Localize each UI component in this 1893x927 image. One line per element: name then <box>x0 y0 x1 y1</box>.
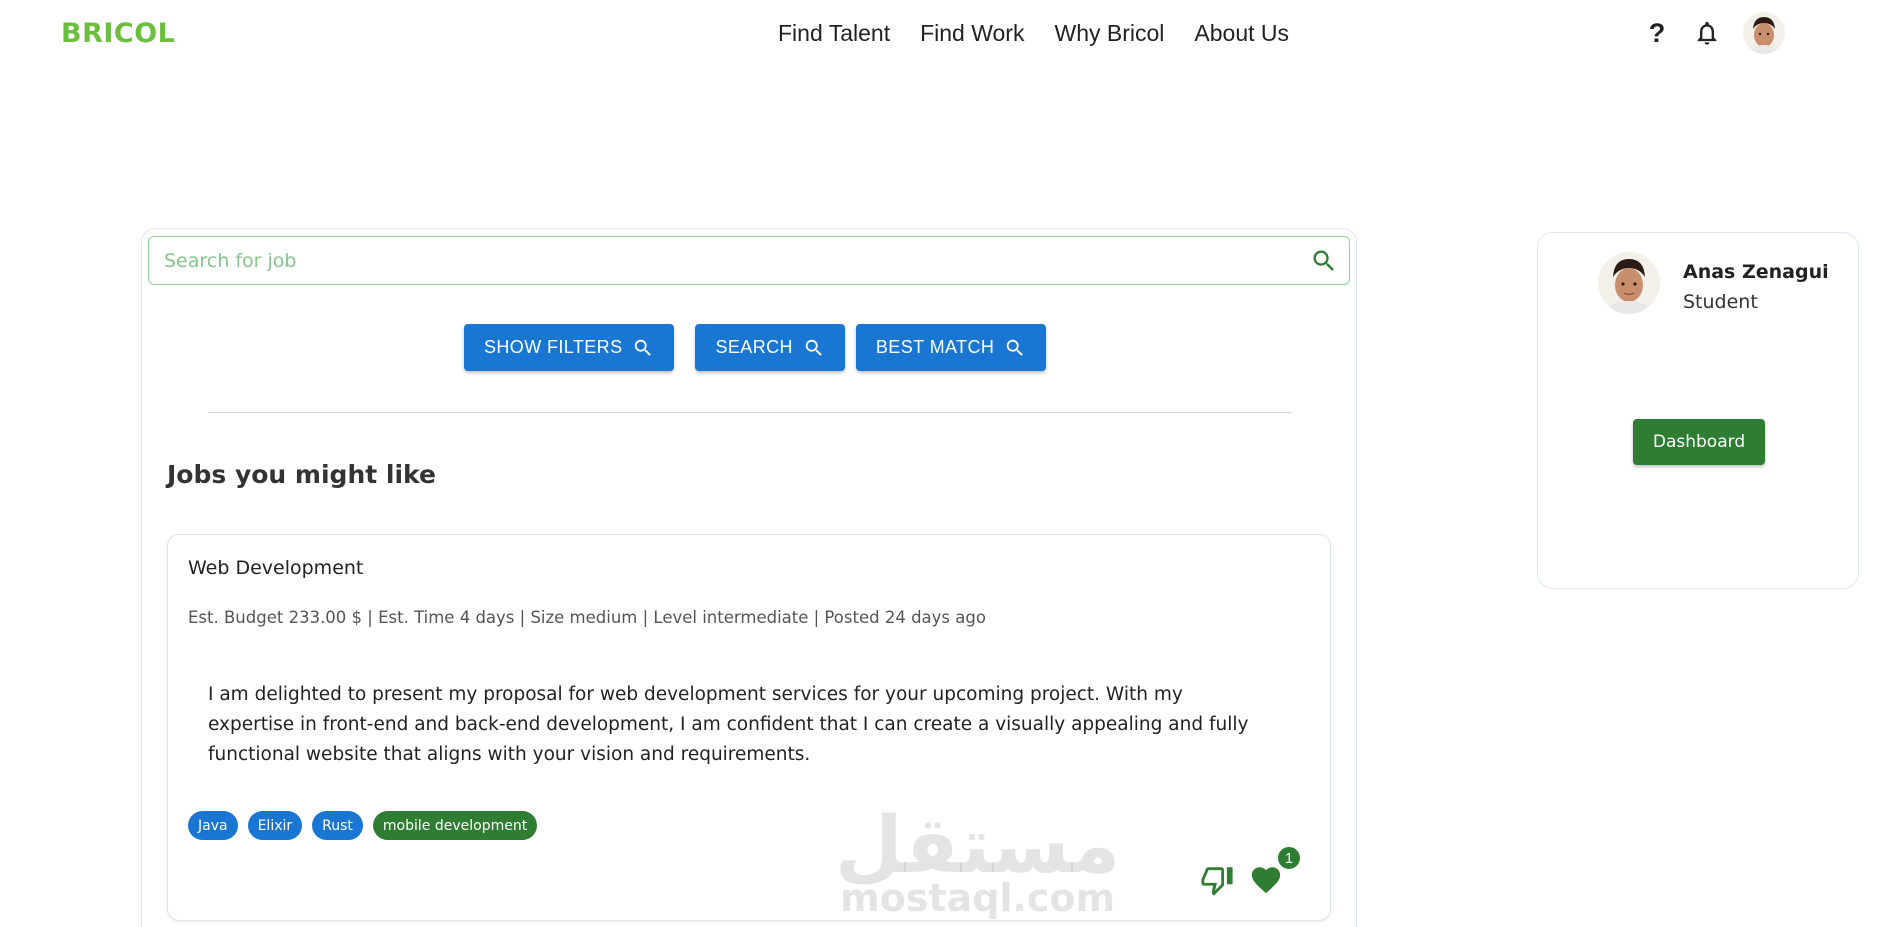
profile-name: Anas Zenagui <box>1683 261 1829 283</box>
bell-icon[interactable] <box>1693 18 1721 48</box>
search-icon[interactable] <box>1299 237 1349 284</box>
job-title[interactable]: Web Development <box>188 557 363 579</box>
search-icon <box>805 339 822 356</box>
tag-mobile-development[interactable]: mobile development <box>372 811 538 840</box>
nav-about-us[interactable]: About Us <box>1194 20 1289 47</box>
profile-avatar[interactable] <box>1598 252 1660 314</box>
job-search-panel: SHOW FILTERS SEARCH BEST MATCH Jobs you … <box>141 228 1357 927</box>
thumbs-down-icon[interactable] <box>1200 863 1234 897</box>
job-description: I am delighted to present my proposal fo… <box>208 684 1249 765</box>
search-label: SEARCH <box>715 337 793 357</box>
profile-card: Anas Zenagui Student Dashboard <box>1537 232 1859 589</box>
section-title: Jobs you might like <box>167 460 436 489</box>
heart-icon[interactable] <box>1249 863 1283 897</box>
logo[interactable]: BRICOL <box>61 18 175 49</box>
help-icon[interactable]: ? <box>1643 18 1671 49</box>
user-avatar[interactable] <box>1743 12 1785 54</box>
job-card[interactable]: Web Development Est. Budget 233.00 $ | E… <box>167 534 1331 921</box>
action-buttons: SHOW FILTERS SEARCH BEST MATCH <box>464 324 1047 371</box>
watermark: مستقل mostaql.com <box>835 807 1120 917</box>
search-input[interactable] <box>149 237 1299 284</box>
divider <box>208 412 1292 413</box>
tag-java[interactable]: Java <box>188 811 238 840</box>
search-box <box>148 236 1350 285</box>
best-match-button[interactable]: BEST MATCH <box>855 324 1047 371</box>
watermark-arabic: مستقل <box>835 801 1121 891</box>
search-icon <box>635 339 652 356</box>
header-actions: ? <box>1643 12 1785 54</box>
show-filters-button[interactable]: SHOW FILTERS <box>464 324 675 371</box>
nav-find-work[interactable]: Find Work <box>920 20 1024 47</box>
best-match-label: BEST MATCH <box>875 337 995 357</box>
show-filters-label: SHOW FILTERS <box>484 337 623 357</box>
dashboard-button[interactable]: Dashboard <box>1633 419 1765 465</box>
tag-elixir[interactable]: Elixir <box>247 811 303 840</box>
job-tags: Java Elixir Rust mobile development <box>188 811 538 840</box>
nav-why-bricol[interactable]: Why Bricol <box>1054 20 1164 47</box>
search-icon <box>1007 339 1024 356</box>
tag-rust[interactable]: Rust <box>312 811 363 840</box>
profile-role: Student <box>1683 291 1758 313</box>
watermark-latin: mostaql.com <box>840 876 1116 920</box>
job-meta: Est. Budget 233.00 $ | Est. Time 4 days … <box>188 608 986 627</box>
likes-badge: 1 <box>1276 845 1302 871</box>
search-button[interactable]: SEARCH <box>695 324 845 371</box>
nav-find-talent[interactable]: Find Talent <box>778 20 890 47</box>
main-nav: Find Talent Find Work Why Bricol About U… <box>778 20 1289 47</box>
